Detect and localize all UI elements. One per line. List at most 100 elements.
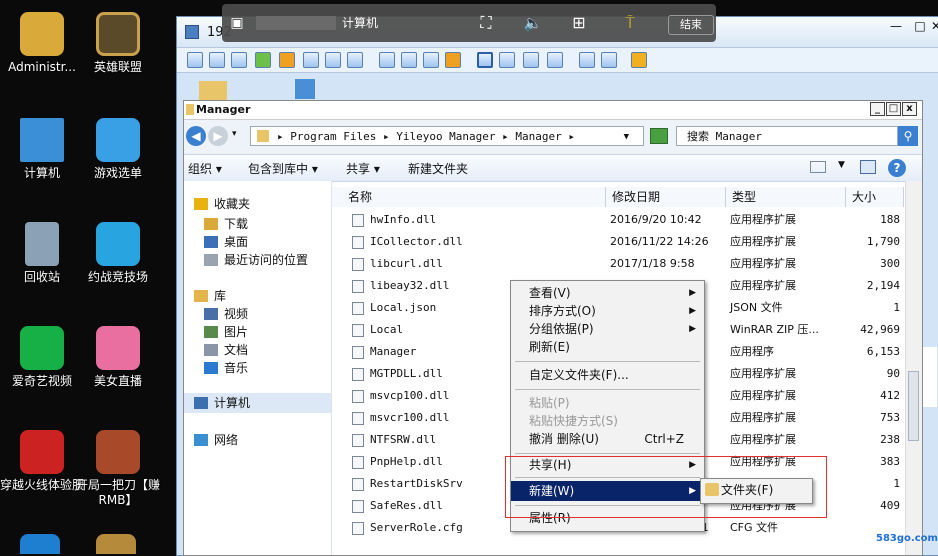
toolbar-icon[interactable] xyxy=(379,52,395,68)
address-bar: ◀ ▶ ▾ ▸ Program Files ▸ Yileyoo Manager … xyxy=(184,120,922,155)
column-header-date[interactable]: 修改日期 xyxy=(606,187,726,207)
music-icon xyxy=(204,362,218,374)
nav-desktop[interactable]: 桌面 xyxy=(204,233,248,250)
menu-item-sort-by[interactable]: 排序方式(O) ▶ xyxy=(511,301,704,321)
desktop-icon-partial[interactable] xyxy=(20,534,60,554)
file-size: 238 xyxy=(880,433,900,446)
folder-icon xyxy=(257,130,269,142)
scrollbar-thumb[interactable] xyxy=(908,371,919,441)
include-library-menu[interactable]: 包含到库中 ▾ xyxy=(248,160,318,177)
toolbar-icon[interactable] xyxy=(477,52,493,68)
column-header-type[interactable]: 类型 xyxy=(726,187,846,207)
file-type: 应用程序扩展 xyxy=(730,367,796,380)
desktop-icon-arena[interactable]: 约战竞技场 xyxy=(74,222,162,285)
file-icon xyxy=(352,324,364,337)
pin-icon[interactable]: ⍑ xyxy=(620,13,640,33)
forward-button[interactable]: ▶ xyxy=(208,126,228,146)
share-menu[interactable]: 共享 ▾ xyxy=(346,160,380,177)
vertical-scrollbar[interactable] xyxy=(905,181,922,555)
menu-item-view[interactable]: 查看(V) ▶ xyxy=(511,283,704,303)
nav-videos[interactable]: 视频 xyxy=(204,305,248,322)
close-button[interactable]: x xyxy=(902,102,917,116)
library-icon xyxy=(194,290,208,302)
desktop-icon-live[interactable]: 美女直播 xyxy=(74,326,162,389)
chevron-down-icon[interactable]: ▼ xyxy=(624,127,629,147)
toolbar-icon[interactable] xyxy=(279,52,295,68)
toolbar-icon[interactable] xyxy=(303,52,319,68)
chevron-down-icon[interactable]: ▼ xyxy=(838,160,845,170)
column-header-size[interactable]: 大小 xyxy=(846,187,904,207)
toolbar-icon[interactable] xyxy=(401,52,417,68)
close-button[interactable]: ✕ xyxy=(931,17,938,35)
file-name: Local.json xyxy=(370,301,437,314)
minimize-button[interactable]: _ xyxy=(870,102,885,116)
organize-menu[interactable]: 组织 ▾ xyxy=(188,160,222,177)
nav-music[interactable]: 音乐 xyxy=(204,359,248,376)
tools-icon[interactable] xyxy=(601,52,617,68)
view-options-icon[interactable] xyxy=(810,161,826,173)
new-folder-button[interactable]: 新建文件夹 xyxy=(408,160,468,177)
toolbar-icon[interactable] xyxy=(423,52,439,68)
menu-item-refresh[interactable]: 刷新(E) xyxy=(511,337,704,357)
nav-downloads[interactable]: 下载 xyxy=(204,215,248,232)
monitor-icon[interactable]: ▣ xyxy=(228,13,246,33)
menu-item-customize-folder[interactable]: 自定义文件夹(F)... xyxy=(511,365,704,385)
desktop-icon-label: 英雄联盟 xyxy=(93,60,142,74)
volume-icon[interactable]: 🔈 xyxy=(522,13,544,33)
desktop-icon-game-menu[interactable]: 游戏选单 xyxy=(74,118,162,181)
preview-pane-icon[interactable] xyxy=(860,160,876,174)
toolbar-icon[interactable] xyxy=(547,52,563,68)
menu-item-undo-delete[interactable]: 撤消 删除(U) Ctrl+Z xyxy=(511,429,704,449)
file-size: 300 xyxy=(880,257,900,270)
search-icon[interactable]: ⚲ xyxy=(898,126,918,146)
file-row[interactable]: libcurl.dll 2017/1/18 9:58 应用程序扩展 300 xyxy=(332,253,904,275)
toolbar-icon[interactable] xyxy=(445,52,461,68)
history-dropdown-icon[interactable]: ▾ xyxy=(232,129,237,139)
column-header-name[interactable]: 名称 xyxy=(332,187,606,207)
toolbar-icon[interactable] xyxy=(325,52,341,68)
menu-item-paste[interactable]: 粘贴(P) xyxy=(511,393,704,413)
search-input[interactable]: 搜索 Manager xyxy=(676,126,898,146)
toolbar-icon[interactable] xyxy=(209,52,225,68)
back-button[interactable]: ◀ xyxy=(186,126,206,146)
toolbar-icon[interactable] xyxy=(255,52,271,68)
maximize-button[interactable]: □ xyxy=(907,17,933,35)
toolbar-icon[interactable] xyxy=(631,52,647,68)
menu-item-group-by[interactable]: 分组依据(P) ▶ xyxy=(511,319,704,339)
minimize-button[interactable]: — xyxy=(883,17,909,35)
desktop-icon-partial[interactable] xyxy=(96,534,136,554)
file-icon xyxy=(352,214,364,227)
nav-documents[interactable]: 文档 xyxy=(204,341,248,358)
file-size: 2,194 xyxy=(866,279,900,292)
file-name: libcurl.dll xyxy=(370,257,443,270)
toolbar-icon[interactable] xyxy=(231,52,247,68)
nav-libraries[interactable]: 库 xyxy=(194,287,226,304)
toolbar-icon[interactable] xyxy=(187,52,203,68)
menu-item-paste-shortcut[interactable]: 粘贴快捷方式(S) xyxy=(511,411,704,431)
nav-pictures[interactable]: 图片 xyxy=(204,323,248,340)
recent-places-icon xyxy=(204,254,218,266)
desktop-icon-label: 约战竞技场 xyxy=(87,270,148,284)
file-icon xyxy=(352,302,364,315)
maximize-button[interactable]: □ xyxy=(886,102,901,116)
desktop-icon-lol[interactable]: 英雄联盟 xyxy=(74,12,162,75)
address-path[interactable]: ▸ Program Files ▸ Yileyoo Manager ▸ Mana… xyxy=(250,126,644,146)
file-row[interactable]: ICollector.dll 2016/11/22 14:26 应用程序扩展 1,79… xyxy=(332,231,904,253)
refresh-icon[interactable] xyxy=(650,128,668,144)
nav-network[interactable]: 网络 xyxy=(194,431,238,448)
window-layout-icon[interactable]: ⊞ xyxy=(568,13,590,33)
fullscreen-icon[interactable]: ⛶ xyxy=(476,13,496,33)
nav-favorites[interactable]: 收藏夹 xyxy=(194,195,250,212)
nav-computer[interactable]: 计算机 xyxy=(184,393,331,413)
desktop-icon-blade[interactable]: 开局一把刀【赚RMB】 xyxy=(74,430,162,508)
end-session-button[interactable]: 结束 xyxy=(668,15,714,35)
toolbar-icon[interactable] xyxy=(347,52,363,68)
help-icon[interactable]: ? xyxy=(888,159,906,177)
nav-recent[interactable]: 最近访问的位置 xyxy=(204,251,308,268)
toolbar-icon[interactable] xyxy=(499,52,515,68)
file-date: 2016/9/20 10:42 xyxy=(610,213,702,226)
file-name: libeay32.dll xyxy=(370,279,450,292)
toolbar-icon[interactable] xyxy=(523,52,539,68)
toolbar-icon[interactable] xyxy=(579,52,595,68)
file-row[interactable]: hwInfo.dll 2016/9/20 10:42 应用程序扩展 188 xyxy=(332,209,904,231)
